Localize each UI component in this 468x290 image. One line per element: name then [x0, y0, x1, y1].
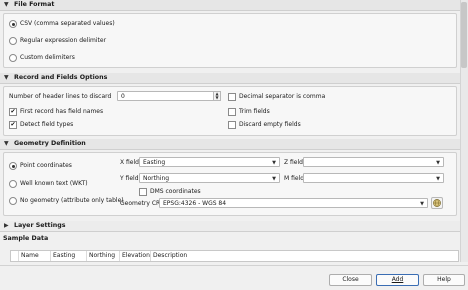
x-field-value: Easting	[143, 159, 166, 166]
y-field-value: Northing	[143, 175, 170, 182]
discard-empty-checkbox[interactable]	[228, 121, 236, 129]
row-header-corner	[11, 251, 19, 261]
crs-label: Geometry CRS	[120, 200, 164, 207]
x-field-select[interactable]: Easting ▼	[139, 157, 280, 167]
file-format-title: File Format	[14, 1, 55, 8]
dms-checkbox[interactable]	[139, 188, 147, 196]
layer-settings-header[interactable]: ▶ Layer Settings	[0, 221, 460, 232]
column-header-northing[interactable]: Northing	[87, 251, 120, 261]
csv-radio[interactable]	[9, 20, 17, 28]
close-button[interactable]: Close	[329, 274, 372, 286]
wkt-radio[interactable]	[9, 180, 17, 188]
m-field-label: M field	[284, 175, 305, 182]
column-header-name[interactable]: Name	[19, 251, 51, 261]
no-geometry-radio[interactable]	[9, 197, 17, 205]
detect-types-checkbox[interactable]: ✔	[9, 121, 17, 129]
no-geometry-label[interactable]: No geometry (attribute only table)	[20, 196, 124, 205]
csv-radio-label[interactable]: CSV (comma separated values)	[20, 19, 115, 28]
z-field-select[interactable]: ▼	[303, 157, 444, 167]
custom-delimiters-radio-label[interactable]: Custom delimiters	[20, 53, 75, 62]
point-coordinates-radio[interactable]	[9, 162, 17, 170]
collapse-caret-icon[interactable]: ▼	[4, 139, 9, 149]
header-lines-value: 0	[121, 93, 125, 100]
add-button[interactable]: Add	[376, 274, 419, 286]
record-fields-header[interactable]: ▼ Record and Fields Options	[0, 73, 460, 84]
y-field-select[interactable]: Northing ▼	[139, 173, 280, 183]
header-lines-stepper[interactable]: ▲ ▼	[213, 91, 221, 101]
chevron-down-icon: ▼	[436, 176, 440, 182]
column-header-easting[interactable]: Easting	[51, 251, 87, 261]
globe-icon	[433, 199, 441, 207]
custom-delimiters-radio[interactable]	[9, 54, 17, 62]
chevron-down-icon: ▼	[272, 160, 276, 166]
regex-radio[interactable]	[9, 37, 17, 45]
decimal-comma-label[interactable]: Decimal separator is comma	[239, 92, 325, 101]
chevron-down-icon: ▼	[436, 160, 440, 166]
geometry-title: Geometry Definition	[14, 140, 86, 147]
x-field-label: X field	[120, 159, 139, 166]
crs-selector-button[interactable]	[431, 197, 443, 209]
bottom-divider	[0, 265, 468, 266]
m-field-select[interactable]: ▼	[303, 173, 444, 183]
collapse-caret-icon[interactable]: ▼	[4, 0, 9, 10]
y-field-label: Y field	[120, 175, 139, 182]
sample-data-title: Sample Data	[3, 235, 49, 242]
geometry-header[interactable]: ▼ Geometry Definition	[0, 139, 460, 150]
crs-select[interactable]: EPSG:4326 - WGS 84 ▼	[159, 198, 428, 208]
trim-fields-checkbox[interactable]	[228, 108, 236, 116]
crs-value: EPSG:4326 - WGS 84	[163, 200, 227, 207]
chevron-down-icon: ▼	[420, 201, 424, 207]
collapse-caret-icon[interactable]: ▼	[4, 73, 9, 83]
layer-settings-title: Layer Settings	[14, 222, 66, 229]
point-coordinates-label[interactable]: Point coordinates	[20, 161, 72, 170]
first-record-label[interactable]: First record has field names	[20, 107, 103, 116]
expand-caret-icon[interactable]: ▶	[4, 221, 9, 231]
decimal-comma-checkbox[interactable]	[228, 93, 236, 101]
wkt-label[interactable]: Well known text (WKT)	[20, 179, 88, 188]
z-field-label: Z field	[284, 159, 303, 166]
discard-empty-label[interactable]: Discard empty fields	[239, 120, 301, 129]
sample-data-table: Name Easting Northing Elevation Descript…	[10, 250, 459, 262]
file-format-header[interactable]: ▼ File Format	[0, 0, 460, 11]
column-header-description[interactable]: Description	[151, 251, 199, 261]
column-header-elevation[interactable]: Elevation	[120, 251, 151, 261]
scrollbar-thumb[interactable]	[461, 2, 467, 68]
record-fields-title: Record and Fields Options	[14, 74, 108, 81]
chevron-down-icon: ▼	[272, 176, 276, 182]
trim-fields-label[interactable]: Trim fields	[239, 107, 270, 116]
regex-radio-label[interactable]: Regular expression delimiter	[20, 36, 106, 45]
first-record-checkbox[interactable]: ✔	[9, 108, 17, 116]
detect-types-label[interactable]: Detect field types	[20, 120, 73, 129]
header-lines-label: Number of header lines to discard	[9, 93, 112, 100]
help-button[interactable]: Help	[423, 274, 465, 286]
dms-label[interactable]: DMS coordinates	[150, 187, 201, 196]
header-lines-spinbox[interactable]: 0	[117, 91, 221, 101]
